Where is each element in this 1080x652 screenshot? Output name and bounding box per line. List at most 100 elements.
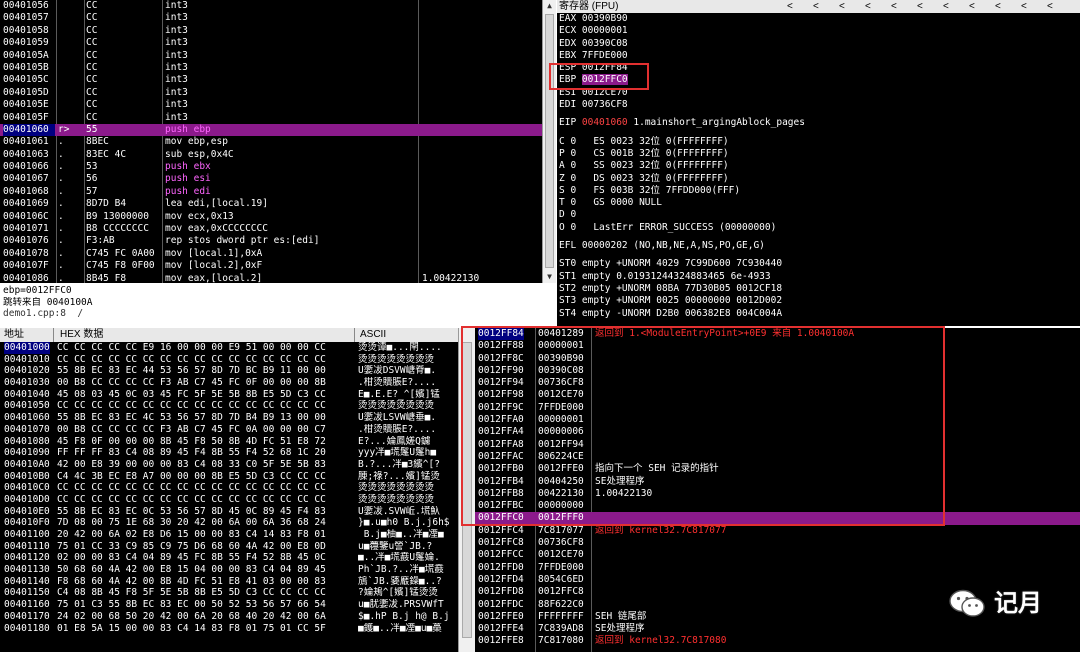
disasm-row[interactable]: 0040105B CC int3 bbox=[0, 62, 542, 74]
dump-rows[interactable]: 00401000 CC CC CC CC CC E9 16 00 00 00 E9… bbox=[0, 342, 458, 634]
disassembly-pane[interactable]: 00401056 CC int3 00401057 CC int3 00401058 CC in… bbox=[0, 0, 542, 283]
chevron-left-icon[interactable]: < bbox=[891, 0, 897, 13]
register-line[interactable]: A 0 SS 0023 32位 0(FFFFFFFF) bbox=[559, 160, 1080, 172]
stack-row[interactable]: 0012FFE8 7C817080 返回到 kernel32.7C817080 bbox=[475, 635, 1080, 647]
dump-col-address[interactable]: 地址 bbox=[4, 328, 24, 342]
register-line[interactable]: ST1 empty 0.01931244324883465 6e-4933 bbox=[559, 271, 1080, 283]
dump-col-ascii[interactable]: ASCII bbox=[360, 328, 386, 342]
chevron-left-icon[interactable]: < bbox=[969, 0, 975, 13]
disasm-row[interactable]: 00401069. 8D7D B4 lea edi,[local.19] bbox=[0, 198, 542, 210]
dump-row[interactable]: 00401060 55 8B EC 83 EC 4C 53 56 57 8D 7D… bbox=[0, 412, 458, 424]
scroll-up-arrow-icon[interactable]: ▲ bbox=[543, 0, 556, 12]
dump-row[interactable]: 00401110 75 01 CC 33 C9 85 C9 75 D6 68 60… bbox=[0, 541, 458, 553]
disasm-row[interactable]: 00401058 CC int3 bbox=[0, 25, 542, 37]
disasm-row[interactable]: 00401063. 83EC 4C sub esp,0x4C bbox=[0, 149, 542, 161]
dump-row[interactable]: 00401040 45 08 03 45 0C 03 45 FC 5F 5E 5B… bbox=[0, 389, 458, 401]
dump-row[interactable]: 004010B0 C4 4C 3B EC E8 A7 00 00 00 8B E5… bbox=[0, 471, 458, 483]
register-line[interactable]: EDI 00736CF8 bbox=[559, 99, 1080, 111]
disasm-row[interactable]: 00401059 CC int3 bbox=[0, 37, 542, 49]
register-line[interactable]: Z 0 DS 0023 32位 0(FFFFFFFF) bbox=[559, 173, 1080, 185]
dump-row[interactable]: 00401130 50 68 60 4A 42 00 E8 15 04 00 00… bbox=[0, 564, 458, 576]
chevron-left-icon[interactable]: < bbox=[813, 0, 819, 13]
disasm-row[interactable]: 00401057 CC int3 bbox=[0, 12, 542, 24]
dump-row[interactable]: 00401010 CC CC CC CC CC CC CC CC CC CC CC… bbox=[0, 354, 458, 366]
dump-row[interactable]: 00401070 00 B8 CC CC CC CC F3 AB C7 45 FC… bbox=[0, 424, 458, 436]
dump-row[interactable]: 00401080 45 F8 0F 00 00 00 8B 45 F8 50 8B… bbox=[0, 436, 458, 448]
chevron-left-icon[interactable]: < bbox=[995, 0, 1001, 13]
register-line[interactable]: ECX 00000001 bbox=[559, 25, 1080, 37]
dump-row[interactable]: 00401100 20 42 00 6A 02 E8 D6 15 00 00 83… bbox=[0, 529, 458, 541]
chevron-left-icon[interactable]: < bbox=[1047, 0, 1053, 13]
register-line[interactable]: D 0 bbox=[559, 209, 1080, 221]
dump-row[interactable]: 00401020 55 8B EC 83 EC 44 53 56 57 8D 7D… bbox=[0, 365, 458, 377]
register-line[interactable]: S 0 FS 003B 32位 7FFDD000(FFF) bbox=[559, 185, 1080, 197]
register-line[interactable]: EFL 00000202 (NO,NB,NE,A,NS,PO,GE,G) bbox=[559, 240, 1080, 252]
dump-row[interactable]: 00401180 01 E8 5A 15 00 00 83 C4 14 83 F8… bbox=[0, 623, 458, 635]
stack-row[interactable]: 0012FFCC 0012CE70 bbox=[475, 549, 1080, 561]
dump-row[interactable]: 00401030 00 B8 CC CC CC CC F3 AB C7 45 FC… bbox=[0, 377, 458, 389]
chevron-left-icon[interactable]: < bbox=[865, 0, 871, 13]
stack-row[interactable]: 0012FFE4 7C839AD8 SE处理程序 bbox=[475, 623, 1080, 635]
disasm-row[interactable]: 00401068. 57 push edi bbox=[0, 186, 542, 198]
memory-dump-pane[interactable]: 地址 HEX 数据 ASCII 00401000 CC CC CC CC CC E… bbox=[0, 328, 458, 652]
dump-row[interactable]: 00401170 24 02 00 68 50 20 42 00 6A 20 68… bbox=[0, 611, 458, 623]
register-line[interactable]: O 0 LastErr ERROR_SUCCESS (00000000) bbox=[559, 222, 1080, 234]
scroll-thumb[interactable] bbox=[545, 14, 554, 268]
disasm-row[interactable]: 00401061. 8BEC mov ebp,esp bbox=[0, 136, 542, 148]
disasm-row[interactable]: 0040106C. B9 13000000 mov ecx,0x13 bbox=[0, 211, 542, 223]
register-line[interactable]: ST0 empty +UNORM 4029 7C99D600 7C930440 bbox=[559, 258, 1080, 270]
chevron-left-icon[interactable]: < bbox=[917, 0, 923, 13]
stack-row[interactable]: 0012FFC8 00736CF8 bbox=[475, 537, 1080, 549]
register-line[interactable]: EIP 00401060 1.mainshort_argingAblock_pa… bbox=[559, 117, 1080, 129]
registers-body[interactable]: EAX 00390B90 ECX 00000001 EDX 00390C08 EBX … bbox=[557, 13, 1080, 320]
stack-row[interactable]: 0012FFC4 7C817077 返回到 kernel32.7C817077 bbox=[475, 525, 1080, 537]
register-line[interactable]: EAX 00390B90 bbox=[559, 13, 1080, 25]
disasm-row[interactable]: 00401086. 8B45 F8 mov eax,[local.2] 1.00422… bbox=[0, 273, 542, 283]
chevron-left-icon[interactable]: < bbox=[787, 0, 793, 13]
disasm-row[interactable]: 00401071. B8 CCCCCCCC mov eax,0xCCCCCCCC bbox=[0, 223, 542, 235]
register-line[interactable]: EDX 00390C08 bbox=[559, 38, 1080, 50]
dump-row[interactable]: 004010F0 7D 08 00 75 1E 68 30 20 42 00 6A… bbox=[0, 517, 458, 529]
dump-row[interactable]: 004010E0 55 8B EC 83 EC 0C 53 56 57 8D 45… bbox=[0, 506, 458, 518]
register-line[interactable]: T 0 GS 0000 NULL bbox=[559, 197, 1080, 209]
disassembly-rows[interactable]: 00401056 CC int3 00401057 CC int3 00401058 CC in… bbox=[0, 0, 542, 283]
dump-row[interactable]: 00401140 F8 68 60 4A 42 00 8B 4D FC 51 E8… bbox=[0, 576, 458, 588]
register-line[interactable]: C 0 ES 0023 32位 0(FFFFFFFF) bbox=[559, 136, 1080, 148]
stack-row[interactable]: 0012FFD4 8054C6ED bbox=[475, 574, 1080, 586]
registers-pane[interactable]: 寄存器 (FPU) < < < < < < < < < < < EAX 00390B90 ECX 00… bbox=[557, 0, 1080, 326]
dump-row[interactable]: 004010D0 CC CC CC CC CC CC CC CC CC CC CC… bbox=[0, 494, 458, 506]
dump-col-hex[interactable]: HEX 数据 bbox=[60, 328, 103, 342]
stack-row[interactable]: 0012FFD0 7FFDE000 bbox=[475, 562, 1080, 574]
disasm-row[interactable]: 00401066. 53 push ebx bbox=[0, 161, 542, 173]
disasm-row[interactable]: 0040107F. C745 F8 0F00 mov [local.2],0xF bbox=[0, 260, 542, 272]
scroll-down-arrow-icon[interactable]: ▼ bbox=[543, 271, 556, 283]
register-line[interactable]: EBX 7FFDE000 bbox=[559, 50, 1080, 62]
dump-row[interactable]: 00401160 75 01 C3 55 8B EC 83 EC 00 50 52… bbox=[0, 599, 458, 611]
disasm-row[interactable]: 0040105E CC int3 bbox=[0, 99, 542, 111]
register-line[interactable]: ST3 empty +UNORM 0025 00000000 0012D002 bbox=[559, 295, 1080, 307]
registers-header[interactable]: 寄存器 (FPU) < < < < < < < < < < < bbox=[557, 0, 1080, 13]
column-divider[interactable] bbox=[53, 328, 54, 342]
dump-row[interactable]: 00401150 C4 08 8B 45 F8 5F 5E 5B 8B E5 5D… bbox=[0, 587, 458, 599]
disasm-row[interactable]: 00401067. 56 push esi bbox=[0, 173, 542, 185]
disassembly-scrollbar[interactable]: ▲ ▼ bbox=[542, 0, 556, 283]
register-line[interactable]: ST4 empty -UNORM D2B0 006382E8 004C004A bbox=[559, 308, 1080, 320]
disasm-row[interactable]: 00401078. C745 FC 0A00 mov [local.1],0xA bbox=[0, 248, 542, 260]
dump-row[interactable]: 004010C0 CC CC CC CC CC CC CC CC CC CC CC… bbox=[0, 482, 458, 494]
disasm-row[interactable]: 0040105C CC int3 bbox=[0, 74, 542, 86]
column-divider[interactable] bbox=[354, 328, 355, 342]
dump-row[interactable]: 00401000 CC CC CC CC CC E9 16 00 00 00 E9… bbox=[0, 342, 458, 354]
register-line[interactable]: P 0 CS 001B 32位 0(FFFFFFFF) bbox=[559, 148, 1080, 160]
disasm-row[interactable]: 0040105A CC int3 bbox=[0, 50, 542, 62]
dump-row[interactable]: 004010A0 42 00 E8 39 00 00 00 83 C4 08 33… bbox=[0, 459, 458, 471]
disasm-row[interactable]: 00401076. F3:AB rep stos dword ptr es:[edi… bbox=[0, 235, 542, 247]
disasm-row[interactable]: 0040105D CC int3 bbox=[0, 87, 542, 99]
disasm-row[interactable]: 0040105F CC int3 bbox=[0, 112, 542, 124]
dump-row[interactable]: 00401120 02 00 00 83 C4 04 89 45 FC 8B 55… bbox=[0, 552, 458, 564]
dump-row[interactable]: 00401090 FF FF FF 83 C4 08 89 45 F4 8B 55… bbox=[0, 447, 458, 459]
dump-row[interactable]: 00401050 CC CC CC CC CC CC CC CC CC CC CC… bbox=[0, 400, 458, 412]
disasm-row[interactable]: 00401060 r> 55 push ebp bbox=[0, 123, 542, 137]
chevron-left-icon[interactable]: < bbox=[1021, 0, 1027, 13]
chevron-left-icon[interactable]: < bbox=[839, 0, 845, 13]
register-line[interactable]: ST2 empty +UNORM 08BA 77D30B05 0012CF18 bbox=[559, 283, 1080, 295]
